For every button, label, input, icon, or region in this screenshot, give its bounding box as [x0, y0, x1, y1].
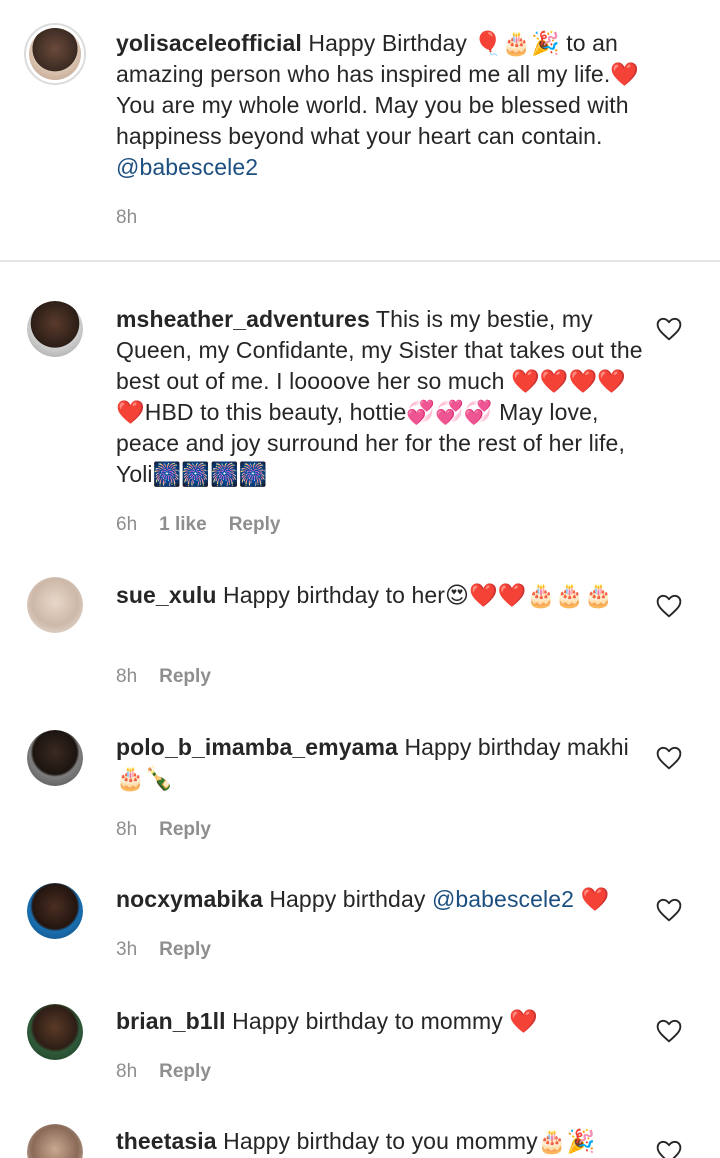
comment-text: brian_b1ll Happy birthday to mommy ❤️	[116, 1008, 539, 1034]
avatar[interactable]	[27, 730, 83, 786]
caption-username[interactable]: yolisaceleofficial	[116, 30, 302, 56]
reply-button[interactable]: Reply	[159, 819, 211, 841]
comment-text: theetasia Happy birthday to you mommy🎂🎉	[116, 1128, 596, 1154]
comment-mention[interactable]: @babescele2	[432, 886, 574, 912]
comment-text: sue_xulu Happy birthday to her😍❤️❤️🎂🎂🎂	[116, 582, 613, 608]
heart-outline-icon[interactable]	[656, 594, 682, 618]
comment-time: 8h	[116, 1061, 138, 1082]
comment-username[interactable]: brian_b1ll	[116, 1008, 226, 1034]
comment-username[interactable]: sue_xulu	[116, 582, 217, 608]
comment-meta: 8h Reply	[116, 1061, 211, 1083]
caption-mention[interactable]: @babescele2	[116, 154, 258, 180]
reply-button[interactable]: Reply	[159, 1061, 211, 1083]
avatar[interactable]	[27, 883, 83, 939]
comment-text: polo_b_imamba_emyama Happy birthday makh…	[116, 734, 629, 791]
caption-text: yolisaceleofficial Happy Birthday 🎈🎂🎉 to…	[116, 30, 640, 180]
reply-button[interactable]: Reply	[159, 666, 211, 688]
comment-meta: 3h Reply	[116, 939, 211, 961]
avatar[interactable]	[27, 301, 83, 357]
avatar[interactable]	[27, 1124, 83, 1158]
comment-time: 3h	[116, 939, 138, 960]
avatar[interactable]	[27, 1004, 83, 1060]
heart-outline-icon[interactable]	[656, 898, 682, 922]
post-caption: yolisaceleofficial Happy Birthday 🎈🎂🎉 to…	[0, 0, 720, 260]
comment-username[interactable]: theetasia	[116, 1128, 217, 1154]
comments-page: yolisaceleofficial Happy Birthday 🎈🎂🎉 to…	[0, 0, 720, 1158]
reply-button[interactable]: Reply	[159, 939, 211, 961]
comment-time: 8h	[116, 819, 138, 840]
caption-avatar[interactable]	[24, 23, 86, 85]
heart-outline-icon[interactable]	[656, 1140, 682, 1158]
reply-button[interactable]: Reply	[229, 514, 281, 536]
comment-meta: 8h Reply	[116, 819, 211, 841]
comment-meta: 6h 1 like Reply	[116, 514, 280, 536]
comment-username[interactable]: nocxymabika	[116, 886, 263, 912]
likes-count[interactable]: 1 like	[159, 514, 207, 536]
caption-divider	[0, 260, 720, 262]
comment-time: 6h	[116, 514, 138, 535]
comment-text: nocxymabika Happy birthday @babescele2 ❤…	[116, 886, 610, 912]
caption-time: 8h	[116, 207, 138, 228]
comment-username[interactable]: msheather_adventures	[116, 306, 370, 332]
heart-outline-icon[interactable]	[656, 1019, 682, 1043]
comment-username[interactable]: polo_b_imamba_emyama	[116, 734, 398, 760]
heart-outline-icon[interactable]	[656, 746, 682, 770]
comment-time: 8h	[116, 666, 138, 687]
heart-outline-icon[interactable]	[656, 317, 682, 341]
comment-text: msheather_adventures This is my bestie, …	[116, 306, 643, 487]
caption-meta: 8h	[116, 207, 137, 229]
avatar[interactable]	[27, 577, 83, 633]
comment-meta: 8h Reply	[116, 666, 211, 688]
